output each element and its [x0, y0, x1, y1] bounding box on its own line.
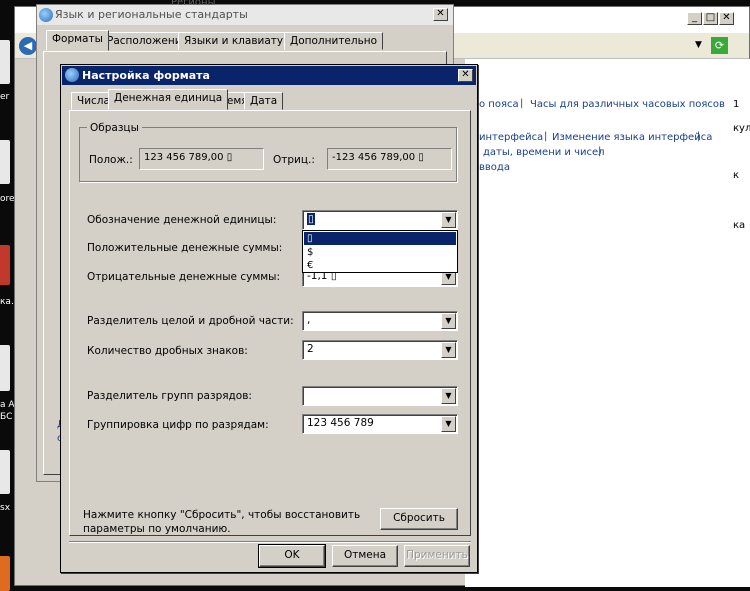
- dialog-title: Настройка формата: [82, 69, 210, 82]
- digit-grouping-value: 123 456 789: [307, 417, 374, 429]
- link-input[interactable]: ввода: [479, 162, 510, 173]
- tab-label: Форматы: [52, 33, 103, 45]
- desktop-left-strip: er ore ка. a A БС sx: [0, 0, 14, 591]
- dialog-divider: [69, 541, 471, 543]
- link-separator: |: [520, 98, 524, 109]
- dialog-titlebar: Настройка формата ✕: [62, 66, 476, 85]
- close-button[interactable]: ✕: [433, 8, 448, 21]
- digit-grouping-label: Группировка цифр по разрядам:: [87, 419, 269, 431]
- tab-date[interactable]: Дата: [244, 92, 284, 110]
- desktop-icon[interactable]: [0, 140, 10, 184]
- desktop-icon-label: sx: [0, 503, 11, 513]
- tab-advanced[interactable]: Дополнительно: [284, 32, 384, 50]
- link-separator: |: [544, 131, 548, 142]
- currency-symbol-dropdown: ▯ $ €: [302, 230, 458, 273]
- positive-sample-value: 123 456 789,00 ▯: [139, 148, 264, 170]
- currency-symbol-label: Обозначение денежной единицы:: [87, 214, 277, 226]
- cp-right-fragment: к: [733, 170, 740, 181]
- desktop-icon[interactable]: [0, 40, 10, 84]
- desktop-icon-label: ка.: [0, 297, 14, 307]
- link-interface[interactable]: интерфейса: [479, 132, 543, 143]
- desktop-icon[interactable]: [0, 450, 10, 494]
- dropdown-option[interactable]: $: [304, 246, 456, 259]
- link-date-time-number[interactable]: даты, времени и чисел: [483, 147, 605, 158]
- cancel-button[interactable]: Отмена: [332, 545, 398, 567]
- ok-button[interactable]: OK: [258, 544, 326, 568]
- partial-title: Регионы: [171, 0, 216, 8]
- chevron-down-icon[interactable]: ▼: [441, 313, 456, 329]
- decimal-digits-value: 2: [307, 343, 314, 355]
- desktop-icon[interactable]: [0, 245, 10, 285]
- desktop-icon-label: er: [0, 92, 10, 102]
- tab-label: Языки и клавиатуры: [184, 35, 299, 47]
- decimal-separator-select[interactable]: , ▼: [302, 311, 458, 331]
- tab-label: Расположение: [107, 35, 189, 47]
- desktop-icon[interactable]: [0, 345, 10, 391]
- link-separator: |: [697, 131, 701, 142]
- reset-button[interactable]: Сбросить: [380, 508, 458, 530]
- chevron-down-icon[interactable]: ▼: [441, 388, 456, 404]
- refresh-icon[interactable]: ⟳: [711, 37, 728, 54]
- cp-right-fragment: 1: [733, 99, 740, 110]
- minimize-button[interactable]: _: [687, 12, 702, 25]
- desktop-icon-label: ore: [0, 194, 14, 204]
- chevron-down-icon[interactable]: ▼: [441, 416, 456, 432]
- cp-right-fragment: ка: [733, 220, 746, 231]
- link-separator: |: [598, 146, 602, 157]
- desktop-icon-label: a A: [0, 400, 14, 410]
- samples-legend: Образцы: [87, 122, 142, 134]
- currency-symbol-value: ▯: [307, 213, 315, 225]
- format-settings-dialog: Настройка формата ✕ Числа Денежная едини…: [60, 64, 478, 573]
- tab-label: Денежная единица: [114, 92, 223, 104]
- chevron-down-icon[interactable]: ▼: [441, 342, 456, 358]
- decimal-separator-value: ,: [307, 314, 311, 326]
- dropdown-option[interactable]: €: [304, 259, 456, 272]
- tab-label: Числа: [77, 95, 110, 107]
- reset-hint-text: Нажмите кнопку "Сбросить", чтобы восстан…: [83, 509, 361, 535]
- desktop-icon-label: БС: [0, 412, 13, 422]
- desktop-icon[interactable]: [0, 556, 10, 591]
- regional-window-title: Язык и региональные стандарты: [55, 8, 248, 21]
- group-separator-label: Разделитель групп разрядов:: [87, 390, 252, 402]
- dialog-icon: [65, 68, 79, 82]
- negative-sample-value: -123 456 789,00 ▯: [327, 148, 452, 170]
- maximize-button[interactable]: □: [703, 12, 718, 25]
- positive-sample-label: Полож.:: [89, 154, 133, 166]
- decimal-digits-select[interactable]: 2 ▼: [302, 340, 458, 360]
- globe-icon: [39, 8, 53, 22]
- tab-label: Дата: [250, 95, 278, 107]
- close-button[interactable]: ✕: [458, 69, 473, 82]
- tab-formats[interactable]: Форматы: [46, 30, 109, 51]
- control-panel-content: о пояса | Часы для различных часовых поя…: [465, 59, 750, 587]
- regional-titlebar: Регионы Язык и региональные стандарты ✕: [37, 0, 453, 25]
- cp-right-fragment: кул: [733, 123, 750, 134]
- link-world-clocks[interactable]: Часы для различных часовых поясов: [530, 99, 725, 110]
- back-arrow-icon[interactable]: ◀: [19, 37, 37, 55]
- tab-label: Дополнительно: [290, 35, 378, 47]
- apply-button[interactable]: Применить: [404, 545, 470, 567]
- digit-grouping-select[interactable]: 123 456 789 ▼: [302, 414, 458, 434]
- link-time-zone[interactable]: о пояса: [479, 99, 519, 110]
- link-change-display-language[interactable]: Изменение языка интерфейса: [552, 132, 712, 143]
- decimal-separator-label: Разделитель целой и дробной части:: [87, 315, 294, 327]
- negative-sample-label: Отриц.:: [273, 154, 315, 166]
- decimal-digits-label: Количество дробных знаков:: [87, 345, 248, 357]
- tab-currency[interactable]: Денежная единица: [108, 89, 229, 110]
- negative-format-label: Отрицательные денежные суммы:: [87, 271, 280, 283]
- close-button[interactable]: ✕: [719, 12, 734, 25]
- group-separator-select[interactable]: ▼: [302, 386, 458, 406]
- positive-format-label: Положительные денежные суммы:: [87, 242, 283, 254]
- chevron-down-icon[interactable]: ▼: [695, 40, 702, 50]
- chevron-down-icon[interactable]: ▼: [441, 212, 456, 228]
- dropdown-option[interactable]: ▯: [304, 232, 456, 245]
- currency-symbol-select[interactable]: ▯ ▼: [302, 210, 458, 230]
